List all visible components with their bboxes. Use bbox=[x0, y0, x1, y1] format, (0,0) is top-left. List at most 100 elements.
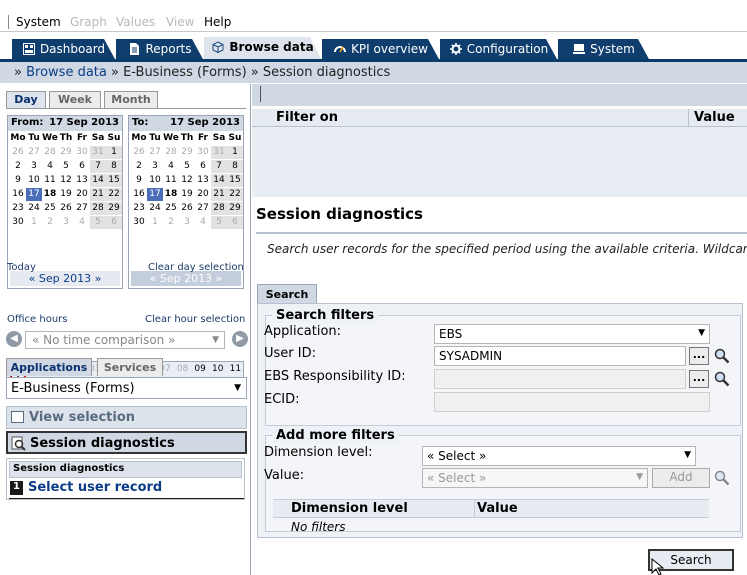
calendar-day[interactable]: 29 bbox=[179, 146, 195, 159]
calendar-day[interactable]: 5 bbox=[90, 216, 106, 229]
menu-view[interactable]: View bbox=[166, 15, 194, 29]
ebs-responsibility-input[interactable] bbox=[434, 369, 686, 389]
tab-week[interactable]: Week bbox=[49, 91, 101, 108]
calendar-day[interactable]: 28 bbox=[163, 146, 179, 159]
office-hours-link[interactable]: Office hours bbox=[7, 314, 67, 325]
next-comparison-button[interactable]: ▶ bbox=[232, 331, 248, 347]
calendar-day[interactable]: 27 bbox=[74, 202, 90, 215]
calendar-day[interactable]: 9 bbox=[10, 174, 26, 187]
tab-services[interactable]: Services bbox=[97, 358, 163, 376]
hour-cell[interactable]: 10 bbox=[209, 364, 227, 374]
calendar-day[interactable]: 30 bbox=[131, 216, 147, 229]
tab-system[interactable]: System bbox=[558, 39, 650, 61]
calendar-day[interactable]: 17 bbox=[26, 188, 42, 201]
calendar-day[interactable]: 20 bbox=[74, 188, 90, 201]
calendar-day[interactable]: 6 bbox=[106, 216, 122, 229]
calendar-day[interactable]: 9 bbox=[131, 174, 147, 187]
calendar-day[interactable]: 16 bbox=[131, 188, 147, 201]
menu-values[interactable]: Values bbox=[116, 15, 155, 29]
calendar-day[interactable]: 26 bbox=[58, 202, 74, 215]
calendar-day[interactable]: 14 bbox=[211, 174, 227, 187]
calendar-day[interactable]: 30 bbox=[74, 146, 90, 159]
calendar-day[interactable]: 27 bbox=[147, 146, 163, 159]
application-dropdown[interactable]: EBS ▼ bbox=[434, 324, 710, 344]
calendar-day[interactable]: 19 bbox=[179, 188, 195, 201]
calendar-day[interactable]: 26 bbox=[131, 146, 147, 159]
calendar-day[interactable]: 13 bbox=[74, 174, 90, 187]
calendar-day[interactable]: 12 bbox=[58, 174, 74, 187]
calendar-day[interactable]: 12 bbox=[179, 174, 195, 187]
calendar-day[interactable]: 3 bbox=[179, 216, 195, 229]
magnifier-icon[interactable] bbox=[714, 348, 730, 364]
calendar-day[interactable]: 20 bbox=[195, 188, 211, 201]
tab-configuration[interactable]: Configuration bbox=[440, 39, 558, 61]
calendar-day[interactable]: 3 bbox=[26, 160, 42, 173]
tab-dashboard[interactable]: Dashboard bbox=[12, 39, 116, 61]
calendar-day[interactable]: 1 bbox=[106, 146, 122, 159]
tab-reports[interactable]: Reports bbox=[116, 39, 204, 61]
magnifier-icon[interactable] bbox=[714, 371, 730, 387]
calendar-day[interactable]: 22 bbox=[227, 188, 243, 201]
menu-system[interactable]: System bbox=[16, 15, 61, 29]
calendar-day[interactable]: 31 bbox=[211, 146, 227, 159]
calendar-day[interactable]: 25 bbox=[163, 202, 179, 215]
calendar-day[interactable]: 4 bbox=[163, 160, 179, 173]
calendar-day[interactable]: 19 bbox=[58, 188, 74, 201]
calendar-day[interactable]: 8 bbox=[106, 160, 122, 173]
calendar-day[interactable]: 23 bbox=[131, 202, 147, 215]
application-select[interactable]: E-Business (Forms) ▼ bbox=[6, 377, 247, 399]
calendar-day[interactable]: 18 bbox=[42, 188, 58, 201]
calendar-day[interactable]: 1 bbox=[147, 216, 163, 229]
time-comparison-select[interactable]: « No time comparison » ▼ bbox=[25, 331, 225, 349]
calendar-day[interactable]: 4 bbox=[42, 160, 58, 173]
calendar-day[interactable]: 7 bbox=[90, 160, 106, 173]
calendar-day[interactable]: 4 bbox=[74, 216, 90, 229]
calendar-day[interactable]: 5 bbox=[58, 160, 74, 173]
calendar-day[interactable]: 2 bbox=[163, 216, 179, 229]
user-id-input[interactable]: SYSADMIN bbox=[434, 346, 686, 366]
calendar-day[interactable]: 1 bbox=[26, 216, 42, 229]
responsibility-browse-button[interactable]: ... bbox=[689, 370, 709, 388]
ecid-input[interactable] bbox=[434, 392, 710, 412]
dimension-level-dropdown[interactable]: « Select » ▼ bbox=[422, 446, 696, 466]
tab-search[interactable]: Search bbox=[257, 284, 317, 304]
tab-browse-data[interactable]: Browse data bbox=[204, 37, 322, 61]
calendar-day[interactable]: 11 bbox=[42, 174, 58, 187]
magnifier-icon[interactable] bbox=[714, 470, 730, 486]
hour-cell[interactable]: 08 bbox=[174, 364, 192, 374]
calendar-day[interactable]: 22 bbox=[106, 188, 122, 201]
calendar-day[interactable]: 11 bbox=[163, 174, 179, 187]
calendar-day[interactable]: 29 bbox=[58, 146, 74, 159]
calendar-day[interactable]: 2 bbox=[10, 160, 26, 173]
calendar-day[interactable]: 18 bbox=[163, 188, 179, 201]
calendar-day[interactable]: 4 bbox=[195, 216, 211, 229]
calendar-day[interactable]: 25 bbox=[42, 202, 58, 215]
calendar-day[interactable]: 24 bbox=[26, 202, 42, 215]
calendar-day[interactable]: 6 bbox=[195, 160, 211, 173]
calendar-day[interactable]: 8 bbox=[227, 160, 243, 173]
calendar-day[interactable]: 7 bbox=[211, 160, 227, 173]
tab-month[interactable]: Month bbox=[104, 91, 158, 108]
breadcrumb-link-browse-data[interactable]: Browse data bbox=[26, 65, 107, 80]
hour-cell[interactable]: 09 bbox=[191, 364, 209, 374]
menu-help[interactable]: Help bbox=[204, 15, 231, 29]
calendar-day[interactable]: 1 bbox=[227, 146, 243, 159]
add-filter-button[interactable]: Add bbox=[652, 468, 710, 488]
calendar-day[interactable]: 30 bbox=[195, 146, 211, 159]
calendar-day[interactable]: 3 bbox=[147, 160, 163, 173]
calendar-day[interactable]: 17 bbox=[147, 188, 163, 201]
calendar-day[interactable]: 27 bbox=[195, 202, 211, 215]
calendar-day[interactable]: 28 bbox=[42, 146, 58, 159]
calendar-day[interactable]: 5 bbox=[179, 160, 195, 173]
calendar-to-month-nav[interactable]: « Sep 2013 » bbox=[131, 271, 241, 286]
value-dropdown[interactable]: « Select » ▼ bbox=[422, 468, 648, 488]
clear-hour-selection-link[interactable]: Clear hour selection bbox=[145, 314, 245, 325]
user-id-browse-button[interactable]: ... bbox=[689, 347, 709, 365]
hour-cell[interactable]: 11 bbox=[227, 364, 245, 374]
session-diagnostics-item[interactable]: Session diagnostics bbox=[6, 431, 247, 454]
tab-day[interactable]: Day bbox=[6, 91, 46, 108]
calendar-day[interactable]: 14 bbox=[90, 174, 106, 187]
calendar-day[interactable]: 10 bbox=[147, 174, 163, 187]
calendar-day[interactable]: 21 bbox=[90, 188, 106, 201]
calendar-day[interactable]: 15 bbox=[227, 174, 243, 187]
